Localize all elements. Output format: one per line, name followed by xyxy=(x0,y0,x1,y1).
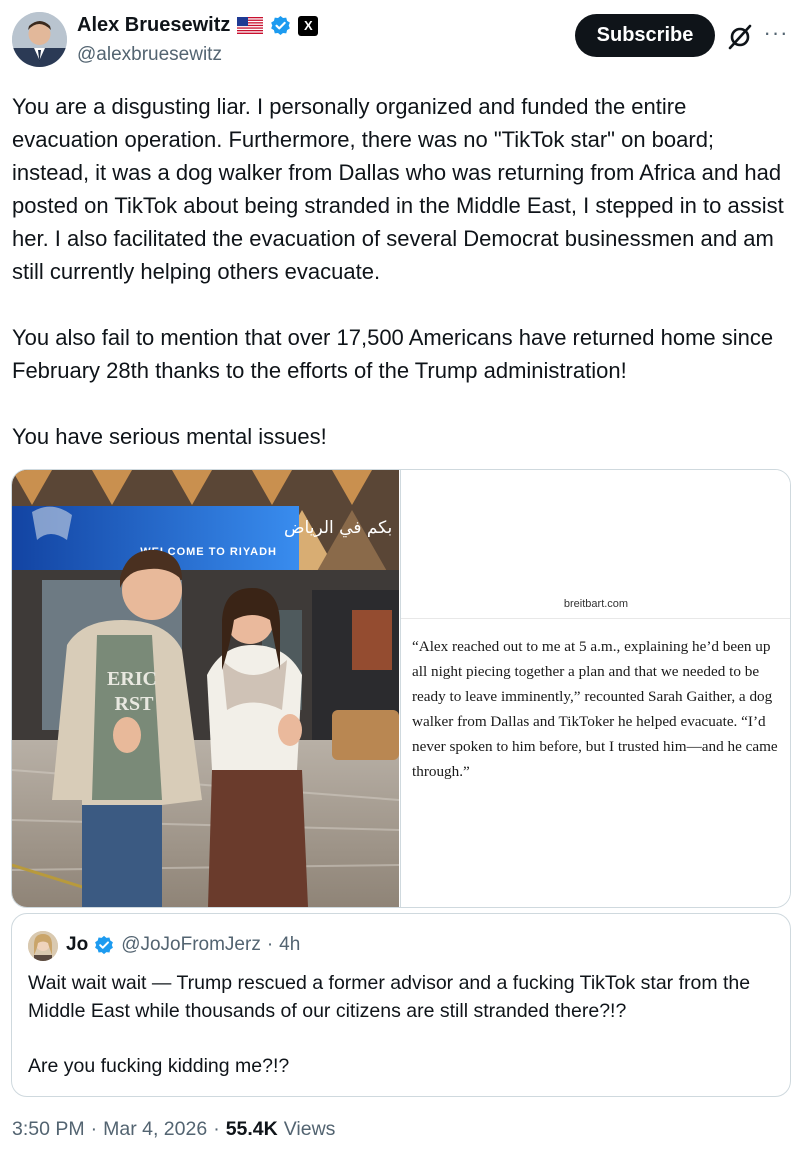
subscribe-button[interactable]: Subscribe xyxy=(575,14,715,57)
author-name-row: Alex Bruesewitz X xyxy=(77,14,319,37)
tweet-media[interactable]: مرحبا بكم في الرياض WELCOME TO RIYADH ER… xyxy=(11,469,791,908)
verified-badge-icon xyxy=(94,935,115,956)
tweet-meta: 3:50 PM · Mar 4, 2026 · 55.4K Views xyxy=(12,1118,335,1141)
article-divider xyxy=(401,618,790,619)
quoted-author-handle[interactable]: @JoJoFromJerz xyxy=(121,934,261,956)
author-handle[interactable]: @alexbruesewitz xyxy=(77,44,222,66)
tweet-date[interactable]: Mar 4, 2026 xyxy=(103,1118,207,1141)
tweet-header: Alex Bruesewitz X @alexbruesewitz Subscr… xyxy=(0,0,800,80)
airport-photo[interactable]: مرحبا بكم في الرياض WELCOME TO RIYADH ER… xyxy=(12,470,399,907)
separator-dot: · xyxy=(213,1118,220,1140)
shirt-text-line1: ERIC xyxy=(107,668,157,690)
author-avatar[interactable] xyxy=(12,12,67,67)
quoted-paragraph: Are you fucking kidding me?!? xyxy=(28,1055,290,1077)
author-name[interactable]: Alex Bruesewitz xyxy=(77,14,230,37)
x-affiliate-badge-icon: X xyxy=(298,15,319,36)
tweet-time[interactable]: 3:50 PM xyxy=(12,1118,85,1141)
article-quote: “Alex reached out to me at 5 a.m., expla… xyxy=(412,638,778,780)
tweet-paragraph: You also fail to mention that over 17,50… xyxy=(12,325,774,383)
quoted-author-name[interactable]: Jo xyxy=(66,934,88,956)
tweet-paragraph: You have serious mental issues! xyxy=(12,424,327,449)
article-screenshot[interactable]: breitbart.com “Alex reached out to me at… xyxy=(400,470,790,907)
quoted-header: Jo @JoJoFromJerz · 4h xyxy=(66,934,300,956)
tweet-text: You are a disgusting liar. I personally … xyxy=(12,90,790,453)
views-count[interactable]: 55.4K xyxy=(226,1118,278,1141)
quoted-tweet-text: Wait wait wait — Trump rescued a former … xyxy=(28,969,778,1080)
us-flag-icon xyxy=(237,17,264,34)
shirt-text-line2: RST xyxy=(115,693,155,715)
separator-dot: · xyxy=(90,1118,98,1140)
verified-badge-icon xyxy=(270,15,291,36)
grok-icon[interactable] xyxy=(726,23,754,51)
tweet-paragraph: You are a disgusting liar. I personally … xyxy=(12,94,784,284)
views-label: Views xyxy=(283,1118,336,1140)
quoted-author-avatar[interactable] xyxy=(28,931,58,961)
quoted-tweet[interactable]: Jo @JoJoFromJerz · 4h Wait wait wait — T… xyxy=(11,913,791,1097)
article-source: breitbart.com xyxy=(563,598,629,610)
quoted-timestamp[interactable]: 4h xyxy=(279,934,300,956)
quoted-paragraph: Wait wait wait — Trump rescued a former … xyxy=(28,972,751,1022)
sign-arabic-text: مرحبا بكم في الرياض xyxy=(284,518,399,538)
separator-dot: · xyxy=(266,934,274,955)
more-icon[interactable]: ··· xyxy=(762,22,790,50)
